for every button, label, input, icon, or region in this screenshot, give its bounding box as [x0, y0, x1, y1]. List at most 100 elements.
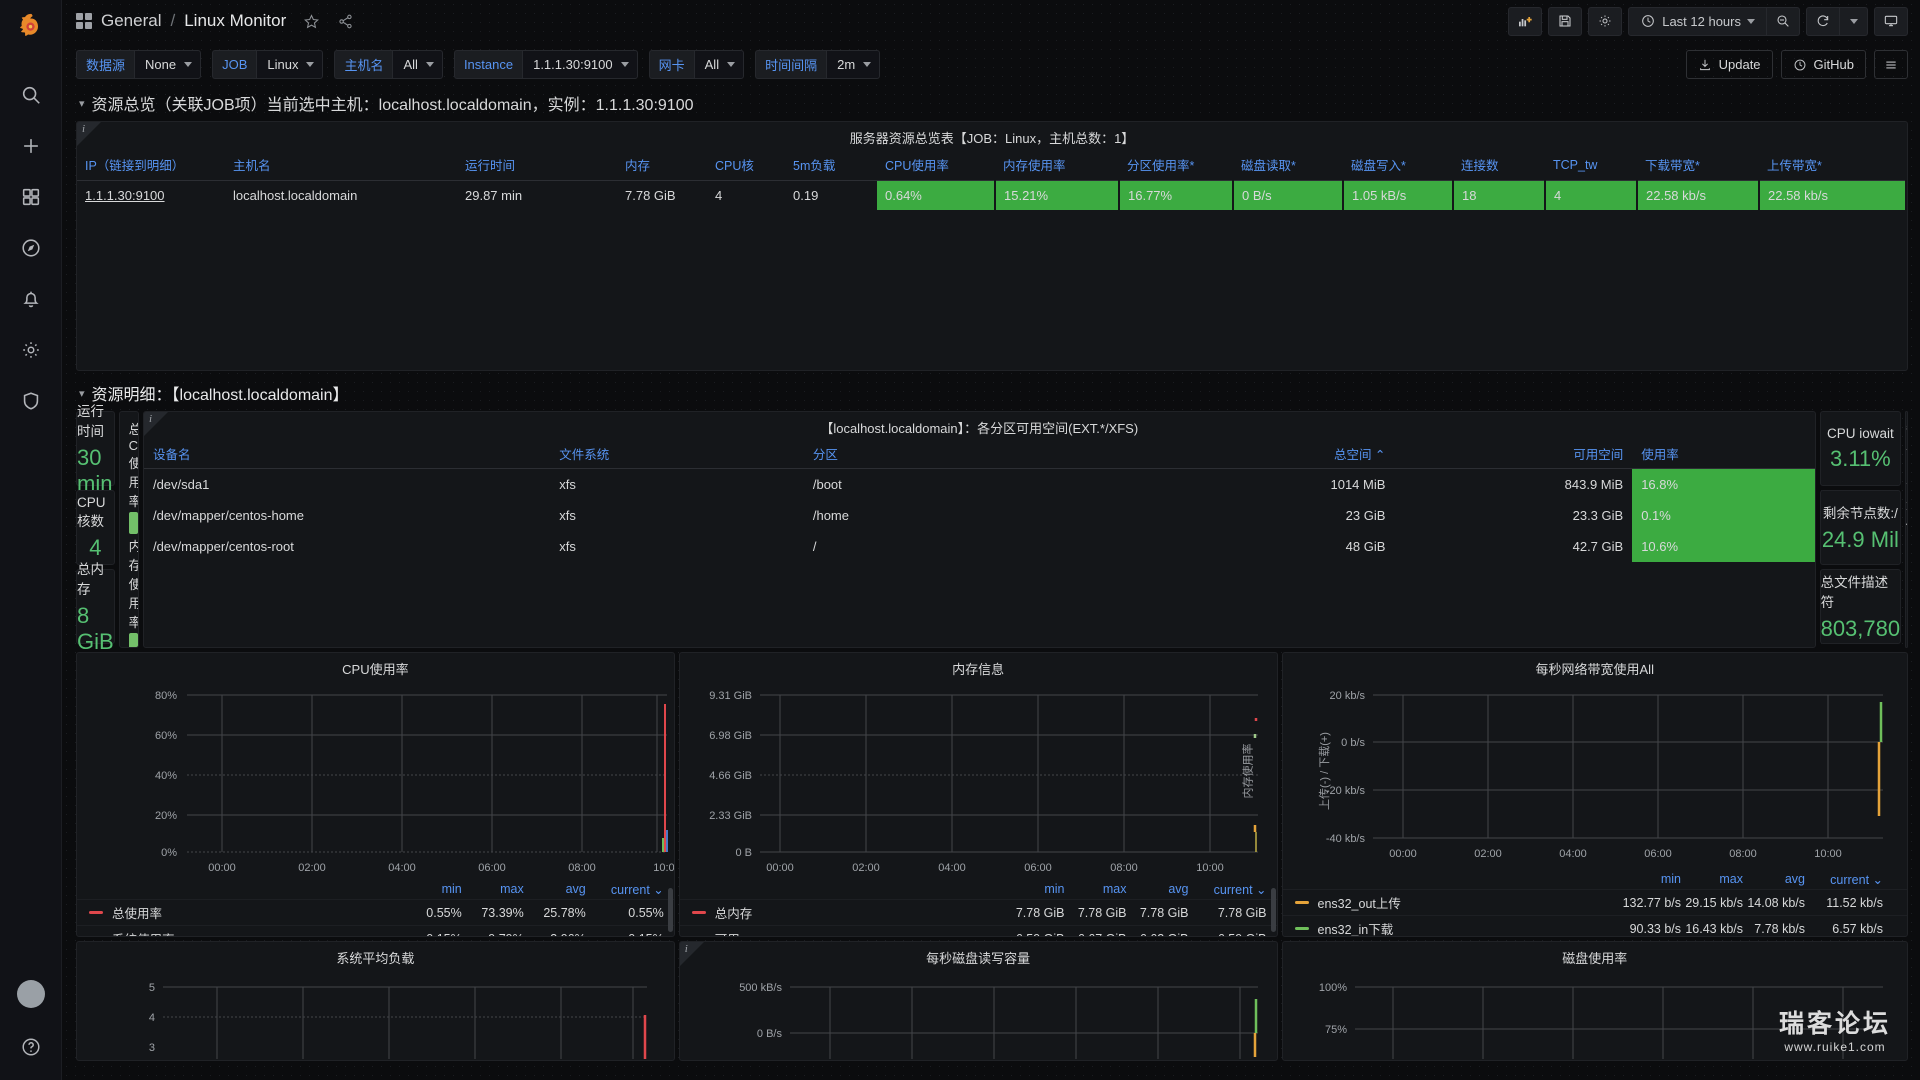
legend-col-avg[interactable]: avg — [1743, 872, 1805, 887]
col-used-pct[interactable]: 使用率 — [1632, 439, 1815, 469]
svg-text:3: 3 — [149, 1042, 155, 1054]
github-button[interactable]: GitHub — [1780, 50, 1866, 79]
col-partition-usage[interactable]: 分区使用率* — [1119, 149, 1233, 181]
refresh-interval-dropdown[interactable] — [1840, 6, 1868, 36]
panel-info-icon[interactable]: i — [685, 943, 688, 955]
panel-info-icon[interactable]: i — [149, 413, 152, 425]
star-icon[interactable] — [303, 13, 320, 30]
update-button[interactable]: Update — [1685, 50, 1773, 79]
legend-col-min[interactable]: min — [1619, 872, 1681, 887]
row-header-detail[interactable]: ▾ 资源明细：【localhost.localdomain】 — [62, 371, 1920, 411]
configuration-gear-icon[interactable] — [8, 327, 54, 373]
dashboards-icon[interactable] — [8, 174, 54, 220]
legend-col-max[interactable]: max — [1681, 872, 1743, 887]
col-total-space[interactable]: 总空间 ⌃ — [1130, 439, 1395, 469]
col-cpu-usage[interactable]: CPU使用率 — [877, 149, 995, 181]
legend-col-min[interactable]: min — [1003, 882, 1064, 897]
help-icon[interactable] — [8, 1024, 54, 1070]
variable-value[interactable]: 2m — [826, 50, 881, 79]
graph-row-3: 系统平均负载 5 4 3 i 每秒磁盘读写容量 500 kB/s 0 B/s 磁… — [62, 941, 1920, 1061]
col-memory[interactable]: 内存 — [617, 149, 707, 181]
legend-col-avg[interactable]: avg — [1127, 882, 1188, 897]
legend-col-max[interactable]: max — [1065, 882, 1127, 897]
col-connections[interactable]: 连接数 — [1453, 149, 1545, 181]
chart-area[interactable]: 100% 75% — [1283, 969, 1908, 1060]
stat-label: 运行时间 — [77, 404, 104, 439]
col-tcp-tw[interactable]: TCP_tw — [1545, 149, 1637, 181]
dashboard-settings-gear-icon[interactable] — [1588, 6, 1623, 36]
svg-text:6.98 GiB: 6.98 GiB — [709, 730, 752, 742]
legend-scrollbar[interactable] — [667, 888, 673, 932]
save-icon[interactable] — [1548, 6, 1583, 36]
row-title-detail: 资源明细：【localhost.localdomain】 — [91, 387, 349, 404]
chart-area[interactable]: 500 kB/s 0 B/s — [680, 969, 1277, 1060]
legend-col-current[interactable]: current ⌄ — [1805, 872, 1883, 887]
col-disk-write[interactable]: 磁盘写入* — [1343, 149, 1453, 181]
grafana-logo-icon[interactable] — [12, 8, 50, 46]
chart-area[interactable]: 上传(-) / 下载(+) 20 kb/s 0 b/s -20 kb/s -40 — [1283, 680, 1908, 862]
svg-text:5: 5 — [149, 982, 155, 994]
col-filesystem[interactable]: 文件系统 — [550, 439, 804, 469]
variable-value[interactable]: All — [392, 50, 443, 79]
col-mem-usage[interactable]: 内存使用率 — [995, 149, 1119, 181]
chart-area[interactable]: 上传(-) / 下载(+) 1 B 0.500 B 0 B — [1906, 530, 1907, 647]
col-cpu-cores[interactable]: CPU核 — [707, 149, 785, 181]
add-panel-icon[interactable] — [1508, 6, 1543, 36]
col-device[interactable]: 设备名 — [143, 439, 551, 469]
template-variables-bar: 数据源 None JOB Linux 主机名 All Instance 1.1.… — [62, 42, 1920, 87]
refresh-icon[interactable] — [1806, 6, 1840, 36]
dashboard-menu-icon[interactable] — [1874, 50, 1908, 79]
chevron-down-icon — [184, 62, 193, 67]
detail-grid: 运行时间 30 min CPU 核数 4 总内存 8 GiB 总CPU使用率 — [62, 404, 1920, 654]
legend-col-current[interactable]: current ⌄ — [1189, 882, 1267, 897]
breadcrumb-folder[interactable]: General — [101, 11, 161, 31]
col-uptime[interactable]: 运行时间 — [457, 149, 617, 181]
legend-series-name: 可用 — [715, 929, 1003, 936]
col-load5m[interactable]: 5m负载 — [785, 149, 877, 181]
time-range-picker[interactable]: Last 12 hours — [1628, 6, 1767, 36]
col-hostname[interactable]: 主机名 — [225, 149, 457, 181]
cell-free-space: 23.3 GiB — [1572, 508, 1624, 523]
zoom-out-time-range-button[interactable] — [1767, 6, 1800, 36]
server-admin-shield-icon[interactable] — [8, 378, 54, 424]
col-download[interactable]: 下载带宽* — [1637, 149, 1759, 181]
legend-row[interactable]: 总内存 7.78 GiB 7.78 GiB 7.78 GiB 7.78 GiB — [679, 899, 1277, 925]
variable-value[interactable]: None — [134, 50, 202, 79]
alerting-bell-icon[interactable] — [8, 276, 54, 322]
row-header-overview[interactable]: ▾ 资源总览（关联JOB项）当前选中主机：localhost.localdoma… — [62, 87, 1920, 121]
legend-col-avg[interactable]: avg — [524, 882, 586, 897]
variable-value[interactable]: Linux — [256, 50, 324, 79]
panel-disk-io: i 每秒磁盘读写容量 500 kB/s 0 B/s — [678, 941, 1278, 1061]
chart-area[interactable]: 5 4 3 — [77, 969, 674, 1060]
chart-area[interactable]: 内存使用率 9.31 GiB 6.98 GiB 4.66 GiB 2.33 Gi… — [680, 680, 1277, 874]
legend-scrollbar[interactable] — [1270, 888, 1276, 932]
legend-row[interactable]: 总使用率 0.55% 73.39% 25.78% 0.55% — [77, 899, 674, 925]
legend-row[interactable]: 系统使用率 0.15% 9.79% 3.96% 0.15% — [77, 925, 674, 936]
col-ip[interactable]: IP（链接到明细） — [77, 149, 225, 181]
variable-value[interactable]: All — [693, 50, 745, 79]
share-icon[interactable] — [337, 13, 354, 30]
legend-row[interactable]: ens32_in下载 90.33 b/s 16.43 kb/s 7.78 kb/… — [1282, 915, 1907, 936]
create-plus-icon[interactable] — [8, 123, 54, 169]
avatar[interactable] — [16, 980, 45, 1008]
legend-col-min[interactable]: min — [400, 882, 462, 897]
legend-col-max[interactable]: max — [462, 882, 524, 897]
chart-area[interactable]: 80% 60% 40% 20% 0% 00:00 02:00 04:00 06:… — [77, 680, 674, 874]
variable-value[interactable]: 1.1.1.30:9100 — [522, 50, 638, 79]
search-icon[interactable] — [8, 72, 54, 118]
panel-title: CPU使用率 — [342, 662, 409, 677]
col-mountpoint[interactable]: 分区 — [803, 439, 1131, 469]
tv-mode-icon[interactable] — [1874, 6, 1908, 36]
col-disk-read[interactable]: 磁盘读取* — [1233, 149, 1343, 181]
x-axis-svg: 00:00 02:00 04:00 06:00 08:00 10:00 — [1389, 848, 1842, 860]
col-free-space[interactable]: 可用空间 — [1394, 439, 1633, 469]
panel-title: 每秒网络带宽使用All — [1535, 662, 1654, 677]
legend-row[interactable]: 可用 6.59 GiB 6.67 GiB 6.62 GiB 6.59 GiB — [679, 925, 1277, 936]
col-upload[interactable]: 上传带宽* — [1759, 149, 1906, 181]
ip-link[interactable]: 1.1.1.30:9100 — [85, 188, 165, 203]
legend-row[interactable]: ens32_out上传 132.77 b/s 29.15 kb/s 14.08 … — [1282, 889, 1907, 915]
panel-info-icon[interactable]: i — [82, 123, 85, 135]
legend-col-current[interactable]: current ⌄ — [586, 882, 664, 897]
breadcrumb-dashboard-title[interactable]: Linux Monitor — [184, 11, 286, 31]
explore-compass-icon[interactable] — [8, 225, 54, 271]
